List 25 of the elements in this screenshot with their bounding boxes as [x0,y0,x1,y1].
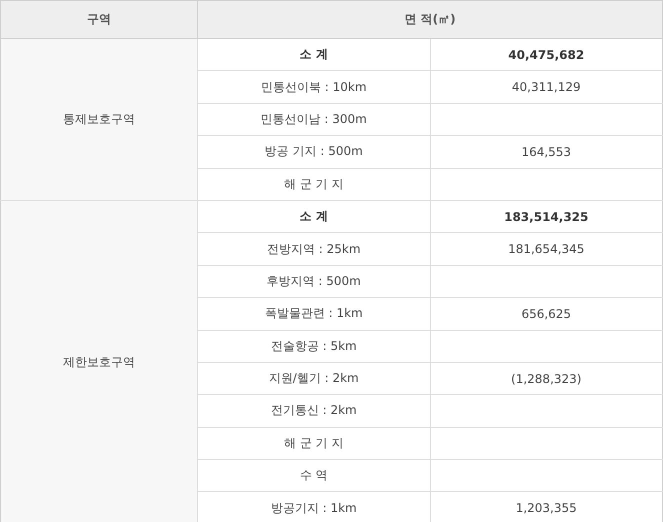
table-cell: 656,625 [430,298,662,330]
table-cell: 전술항공 : 5km [198,330,430,362]
table-cell: 민통선이북 : 10km [198,70,430,104]
table-cell: 183,514,325 [430,200,662,233]
zone-cell: 통제보호구역 [0,38,198,200]
column-header: 면 적(㎡) [198,0,662,38]
table-cell: 181,654,345 [430,232,662,266]
table-cell: 폭발물관련 : 1km [198,298,430,330]
table-cell: 해 군 기 지 [198,427,430,460]
table-cell: 40,475,682 [430,38,662,71]
table-cell: 전기통신 : 2km [198,394,430,428]
table-cell: 수 역 [198,460,430,492]
column-header: 구역 [0,0,198,38]
table-cell: 해 군 기 지 [198,168,430,200]
table-cell: 40,311,129 [430,70,662,104]
zone-cell: 제한보호구역 [0,200,198,522]
table-cell: (1,288,323) [430,362,662,395]
table-cell: 소 계 [198,200,430,233]
table-cell: 방공 기지 : 500m [198,136,430,168]
table-cell: 전방지역 : 25km [198,232,430,266]
table-cell: 후방지역 : 500m [198,265,430,298]
table-cell: 민통선이남 : 300m [198,103,430,136]
table-cell: 164,553 [430,136,662,168]
table-cell: 소 계 [198,38,430,71]
table-cell: 지원/헬기 : 2km [198,362,430,395]
